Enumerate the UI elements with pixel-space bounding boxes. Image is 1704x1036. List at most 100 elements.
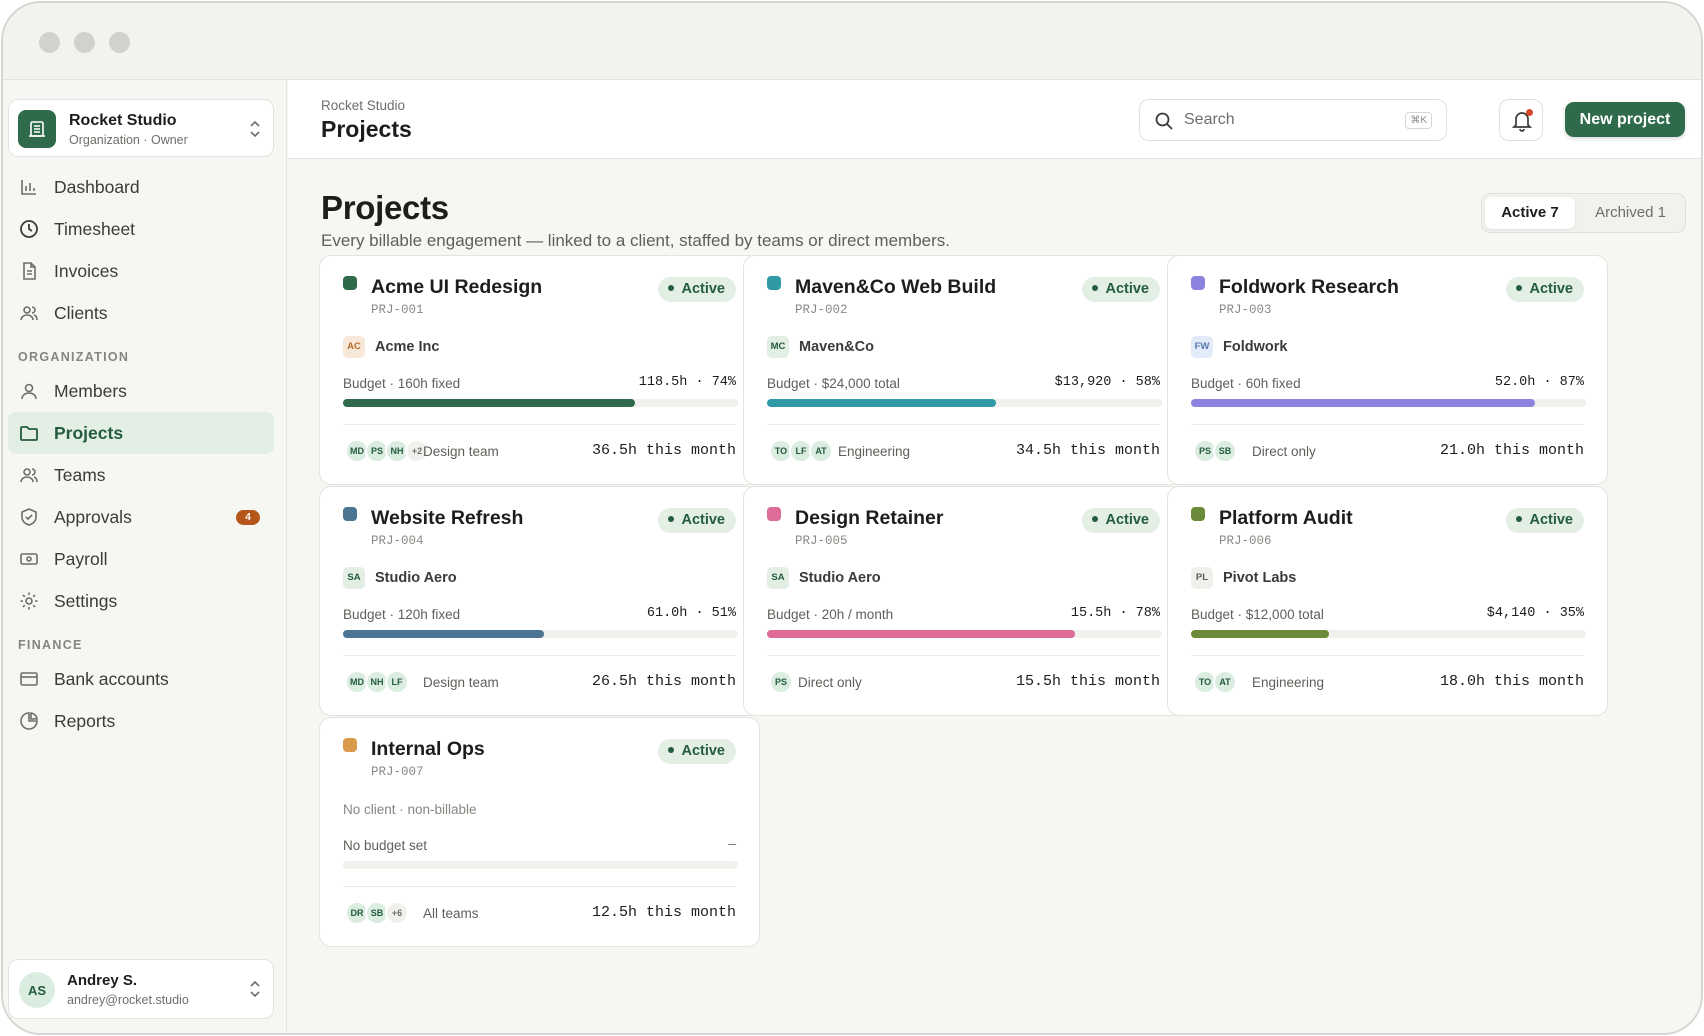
project-card[interactable]: Acme UI Redesign PRJ-001 Active AC Acme Inc B…: [319, 255, 760, 485]
no-client-text: No client · non-billable: [343, 802, 477, 817]
hours-this-month: 34.5h this month: [1015, 442, 1160, 459]
sidebar-item-invoices[interactable]: Invoices: [8, 250, 274, 292]
hours-this-month: 21.0h this month: [1439, 442, 1584, 459]
project-color-dot: [343, 507, 357, 521]
sidebar-item-timesheet[interactable]: Timesheet: [8, 208, 274, 250]
card-divider: [1191, 424, 1584, 425]
project-card[interactable]: Website Refresh PRJ-004 Active SA Studio Aer…: [319, 486, 760, 716]
project-title[interactable]: Maven&Co Web Build: [795, 276, 996, 299]
budget-label: Budget · $12,000 total: [1191, 607, 1324, 622]
project-id: PRJ-001: [371, 303, 424, 317]
sidebar-item-projects[interactable]: Projects: [8, 412, 274, 454]
minimize-window-button[interactable]: [74, 32, 95, 53]
org-switcher[interactable]: Rocket Studio Organization · Owner: [8, 99, 274, 157]
sidebar-item-label: Settings: [54, 591, 118, 611]
avatar: PS: [769, 670, 793, 694]
project-title[interactable]: Website Refresh: [371, 507, 523, 530]
project-card[interactable]: Platform Audit PRJ-006 Active PL Pivot Labs B…: [1167, 486, 1608, 716]
project-id: PRJ-002: [795, 303, 848, 317]
page-subtitle: Every billable engagement — linked to a …: [321, 231, 950, 250]
status-label: Active: [681, 743, 725, 759]
budget-value: 52.0h · 87%: [1494, 375, 1584, 390]
budget-progress-fill: [767, 630, 1076, 638]
project-card[interactable]: Internal Ops PRJ-007 Active No client · non…: [319, 717, 760, 947]
sidebar-item-payroll[interactable]: Payroll: [8, 538, 274, 580]
client-name[interactable]: Studio Aero: [799, 570, 881, 586]
close-window-button[interactable]: [39, 32, 60, 53]
client-name[interactable]: Maven&Co: [799, 339, 874, 355]
project-id: PRJ-005: [795, 534, 848, 548]
sidebar-item-members[interactable]: Members: [8, 370, 274, 412]
avatar: +6: [385, 901, 409, 925]
project-color-dot: [767, 507, 781, 521]
client-avatar: SA: [767, 567, 789, 589]
user-switcher[interactable]: AS Andrey S. andrey@rocket.studio: [8, 959, 274, 1019]
chevron-up-down-icon: [250, 120, 260, 138]
maximize-window-button[interactable]: [109, 32, 130, 53]
status-label: Active: [1529, 281, 1573, 297]
status-badge: Active: [1506, 508, 1584, 533]
search-icon: [1155, 112, 1173, 130]
tab-archived[interactable]: Archived 1: [1578, 197, 1683, 229]
project-title[interactable]: Internal Ops: [371, 738, 485, 761]
sidebar-item-clients[interactable]: Clients: [8, 292, 274, 334]
tab-active[interactable]: Active 7: [1485, 197, 1575, 229]
shield-check-icon: [21, 508, 37, 526]
org-name: Rocket Studio: [69, 112, 177, 129]
card-divider: [343, 655, 736, 656]
project-color-dot: [343, 276, 357, 290]
sidebar-item-approvals[interactable]: Approvals 4: [8, 496, 274, 538]
project-title[interactable]: Acme UI Redesign: [371, 276, 542, 299]
client-name[interactable]: Foldwork: [1223, 339, 1287, 355]
budget-label: No budget set: [343, 838, 428, 853]
search-box[interactable]: ⌘K: [1139, 99, 1447, 141]
status-filter-tabs: Active 7 Archived 1: [1481, 193, 1686, 233]
budget-value: $4,140 · 35%: [1486, 606, 1584, 621]
notification-dot: [1526, 109, 1533, 116]
project-title[interactable]: Platform Audit: [1219, 507, 1353, 530]
status-badge: Active: [1082, 277, 1160, 302]
budget-progress-fill: [343, 399, 636, 407]
approvals-count-badge: 4: [236, 510, 260, 525]
team-name: Design team: [423, 444, 499, 459]
budget-label: Budget · 160h fixed: [343, 376, 461, 391]
budget-label: Budget · $24,000 total: [767, 376, 900, 391]
project-id: PRJ-006: [1219, 534, 1272, 548]
team-name: Direct only: [798, 675, 862, 690]
client-name[interactable]: Studio Aero: [375, 570, 457, 586]
sidebar-item-reports[interactable]: Reports: [8, 700, 274, 742]
search-input[interactable]: [1184, 100, 1404, 140]
project-color-dot: [343, 738, 357, 752]
sidebar-item-label: Timesheet: [54, 219, 136, 239]
budget-value: $13,920 · 58%: [1054, 375, 1160, 390]
status-label: Active: [1105, 281, 1149, 297]
client-name[interactable]: Acme Inc: [375, 339, 439, 355]
sidebar-item-settings[interactable]: Settings: [8, 580, 274, 622]
project-title[interactable]: Design Retainer: [795, 507, 943, 530]
team-name: Design team: [423, 675, 499, 690]
header-title: Projects: [321, 116, 412, 142]
main-content: Projects Every billable engagement — lin…: [288, 160, 1701, 1033]
project-card[interactable]: Maven&Co Web Build PRJ-002 Active MC Maven&C…: [743, 255, 1184, 485]
sidebar-item-dashboard[interactable]: Dashboard: [8, 166, 274, 208]
project-card[interactable]: Foldwork Research PRJ-003 Active FW Foldwork…: [1167, 255, 1608, 485]
client-avatar: FW: [1191, 336, 1213, 358]
breadcrumb[interactable]: Rocket Studio: [321, 98, 405, 113]
project-card[interactable]: Design Retainer PRJ-005 Active SA Studio Aer…: [743, 486, 1184, 716]
client-avatar: SA: [343, 567, 365, 589]
notifications-button[interactable]: [1499, 99, 1543, 141]
sidebar-item-teams[interactable]: Teams: [8, 454, 274, 496]
client-avatar: MC: [767, 336, 789, 358]
new-project-button[interactable]: New project: [1565, 102, 1685, 137]
budget-progress-bar: [343, 399, 738, 407]
status-badge: Active: [1082, 508, 1160, 533]
client-name[interactable]: Pivot Labs: [1223, 570, 1296, 586]
document-icon: [23, 262, 36, 280]
budget-label: Budget · 120h fixed: [343, 607, 461, 622]
sidebar-item-bank-accounts[interactable]: Bank accounts: [8, 658, 274, 700]
sidebar-item-label: Projects: [54, 423, 124, 443]
status-badge: Active: [658, 739, 736, 764]
budget-progress-bar: [1191, 630, 1586, 638]
budget-value: 15.5h · 78%: [1070, 606, 1160, 621]
project-title[interactable]: Foldwork Research: [1219, 276, 1399, 299]
